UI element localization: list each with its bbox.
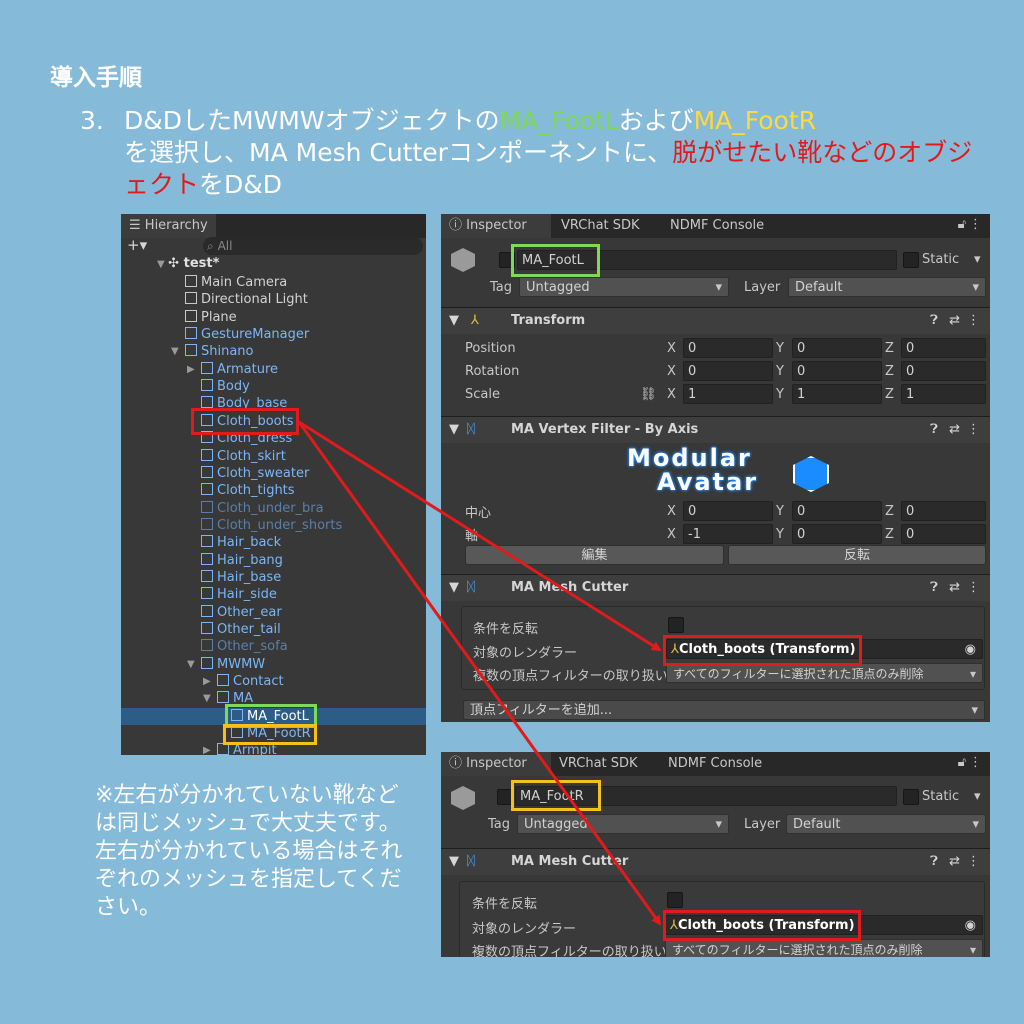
drag-arrows	[297, 420, 662, 926]
arrow-to-renderer-1	[298, 420, 662, 652]
arrow-to-renderer-2	[297, 421, 662, 926]
